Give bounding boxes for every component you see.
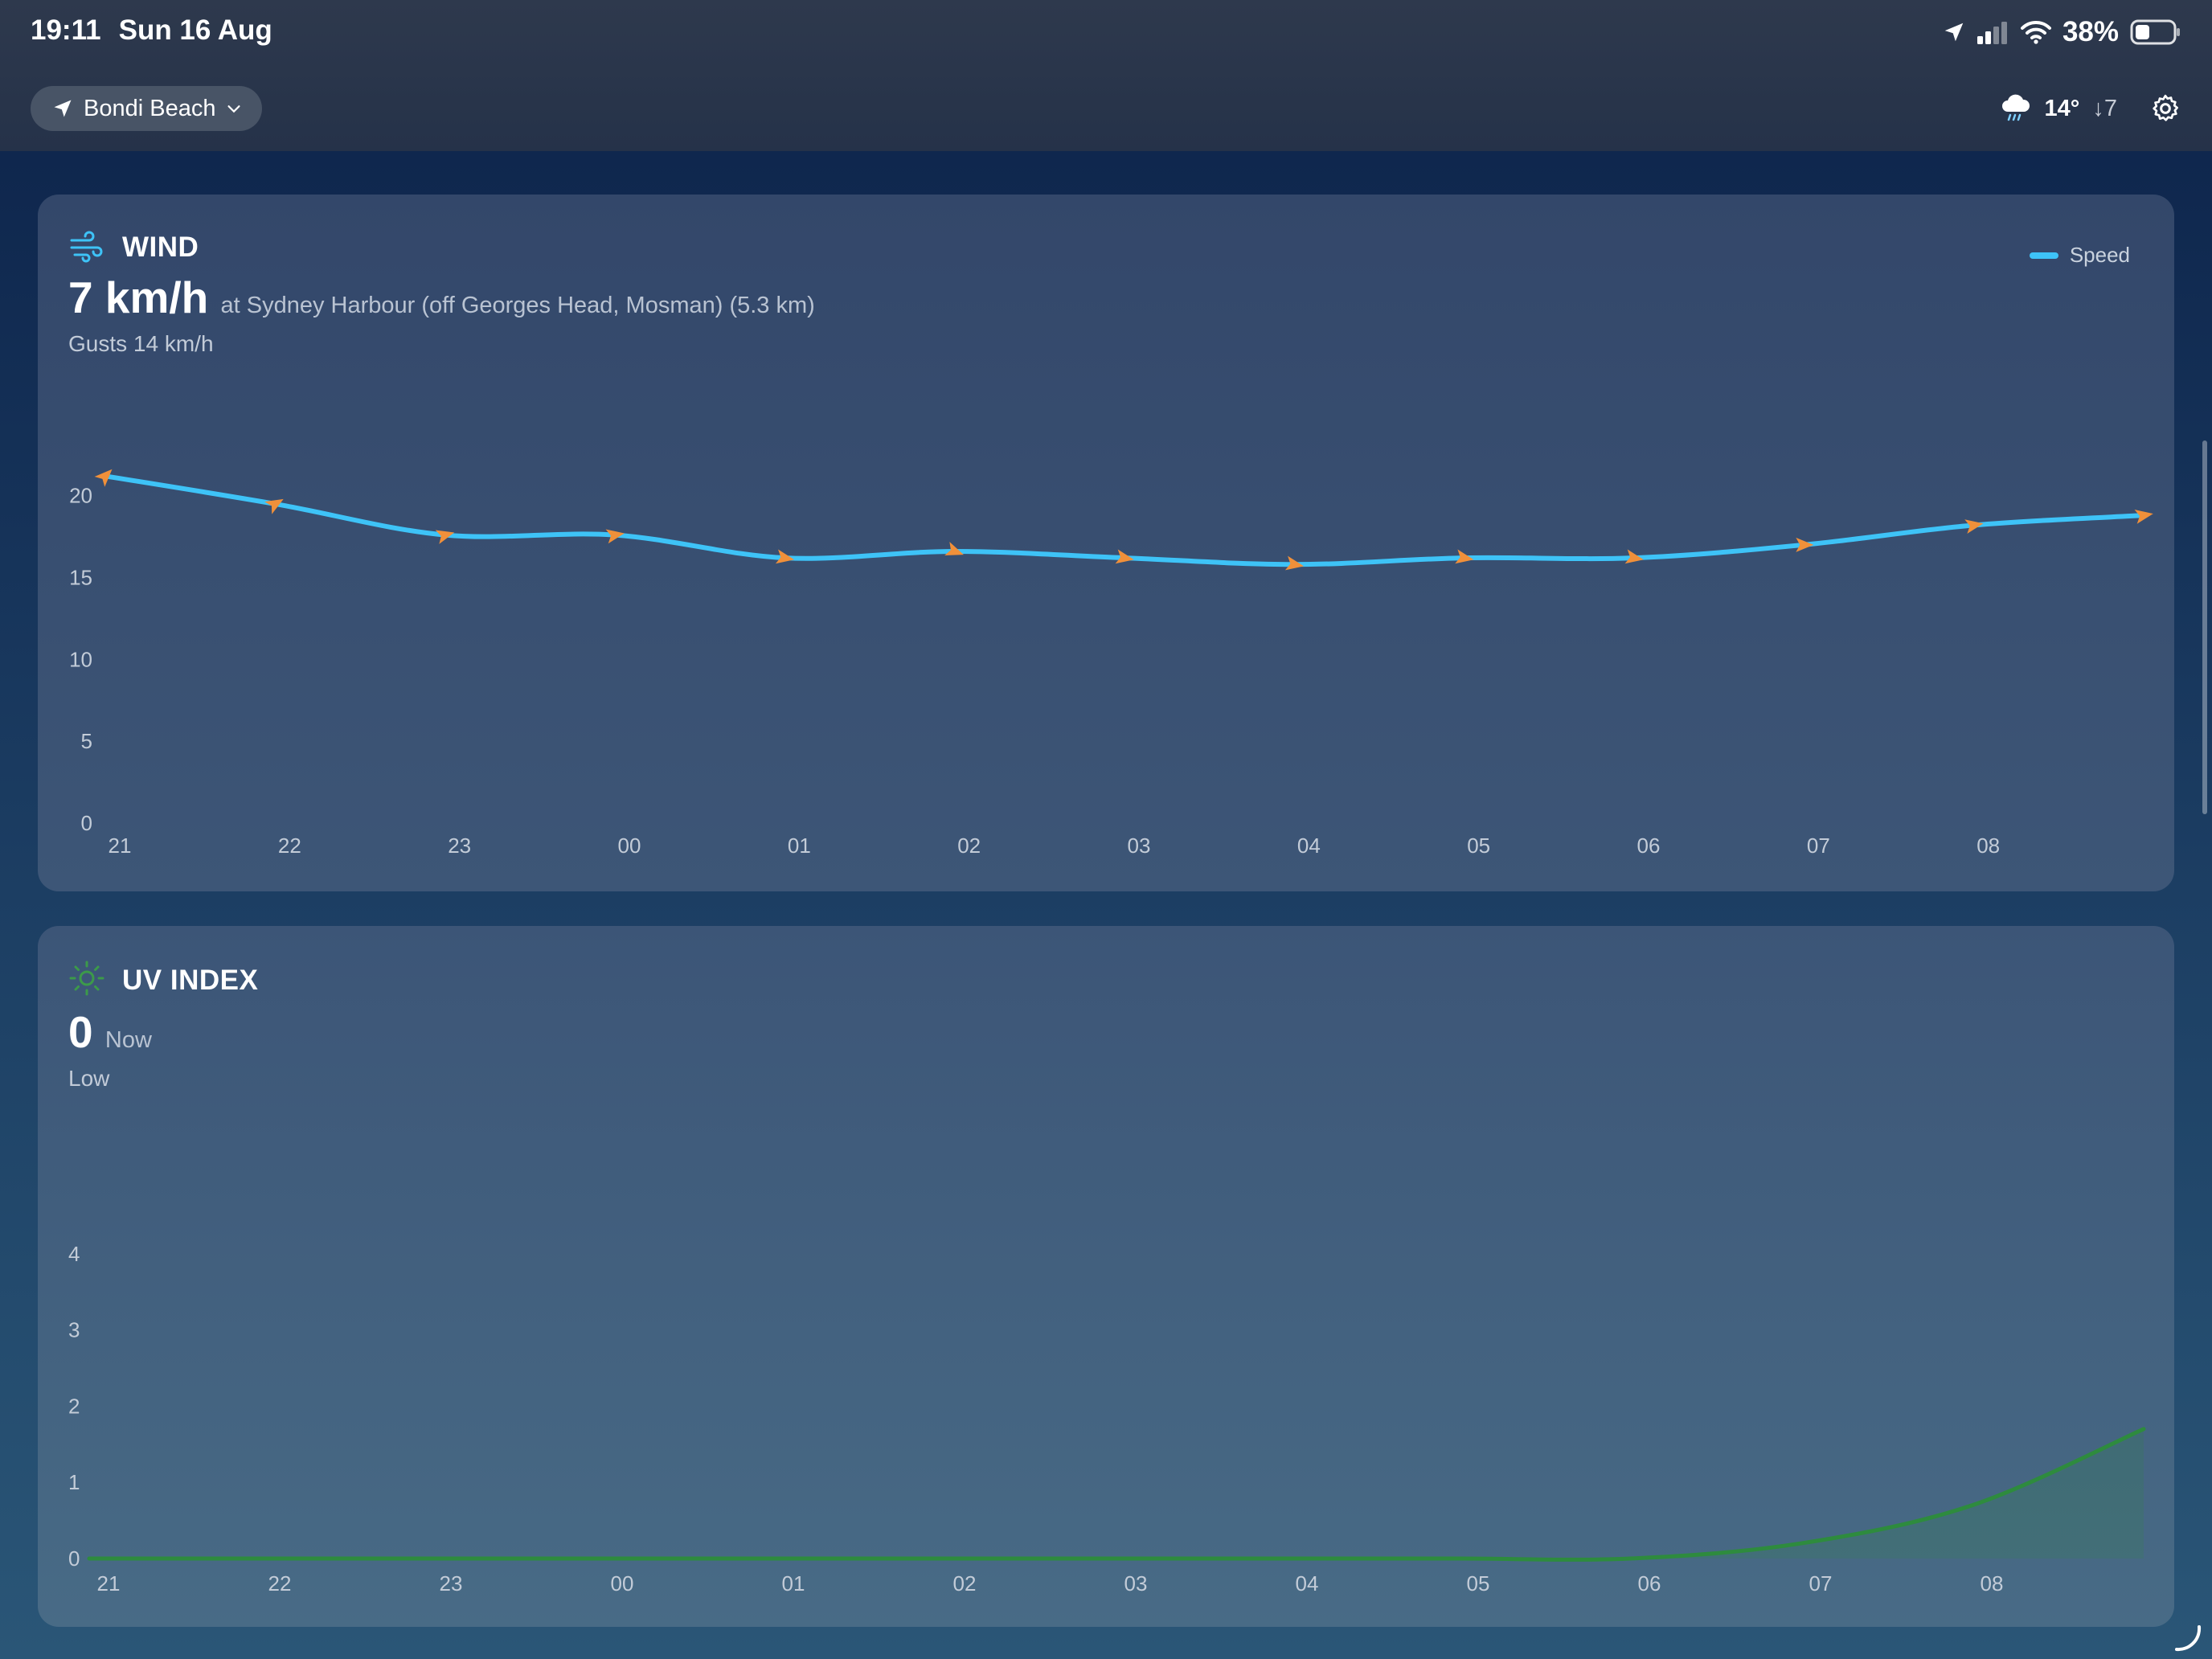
wind-chart[interactable]: 0510152021 22 23 00 01 02 03 04 05 06 07 08 (38, 195, 2174, 891)
battery-icon (2130, 19, 2180, 45)
y-tick-label: 4 (68, 1242, 80, 1266)
chevron-down-icon (227, 105, 241, 113)
x-tick-label: 21 (109, 834, 132, 858)
x-tick-label: 08 (1976, 834, 2000, 858)
x-tick-label: 03 (1128, 834, 1151, 858)
x-tick-label: 01 (788, 834, 811, 858)
x-tick-label: 04 (1296, 1571, 1319, 1596)
battery-percent: 38% (2062, 16, 2119, 47)
x-tick-label: 22 (278, 834, 301, 858)
x-tick-label: 06 (1637, 834, 1661, 858)
status-bar-right: 38% (1942, 14, 2181, 50)
y-tick-label: 0 (81, 811, 92, 835)
y-tick-label: 15 (69, 566, 92, 590)
loading-indicator-icon (2175, 1625, 2202, 1652)
y-tick-label: 1 (68, 1470, 80, 1494)
top-bar: 19:11 Sun 16 Aug 38% Bondi Beach 14° ↓7 (0, 0, 2212, 151)
location-services-icon (1944, 23, 1964, 42)
x-tick-label: 02 (953, 1571, 977, 1596)
y-tick-label: 5 (81, 729, 92, 753)
status-date: Sun 16 Aug (118, 14, 272, 46)
settings-gear-icon[interactable] (2149, 92, 2181, 125)
rain-cloud-icon (2001, 94, 2030, 121)
series-area-fill (89, 1428, 2144, 1560)
location-name: Bondi Beach (84, 95, 216, 121)
x-tick-label: 01 (782, 1571, 805, 1596)
y-tick-label: 3 (68, 1318, 80, 1342)
x-tick-label: 04 (1297, 834, 1321, 858)
scrollbar[interactable] (2202, 440, 2207, 814)
status-time: 19:11 (31, 14, 101, 46)
location-arrow-icon (54, 100, 72, 117)
location-selector-button[interactable]: Bondi Beach (31, 86, 263, 131)
y-tick-label: 20 (69, 484, 92, 508)
x-tick-label: 03 (1124, 1571, 1148, 1596)
x-tick-label: 22 (268, 1571, 292, 1596)
x-tick-label: 05 (1467, 834, 1490, 858)
x-tick-label: 00 (611, 1571, 634, 1596)
x-tick-label: 07 (1807, 834, 1830, 858)
x-tick-label: 23 (448, 834, 471, 858)
header-right: 14° ↓7 (2000, 88, 2182, 129)
x-tick-label: 05 (1467, 1571, 1490, 1596)
x-tick-label: 23 (440, 1571, 463, 1596)
x-tick-label: 08 (1981, 1571, 2004, 1596)
x-tick-label: 06 (1638, 1571, 1661, 1596)
x-tick-label: 07 (1809, 1571, 1833, 1596)
x-tick-label: 00 (618, 834, 641, 858)
status-bar-left: 19:11 Sun 16 Aug (31, 14, 290, 47)
y-tick-label: 0 (68, 1546, 80, 1571)
uv-chart[interactable]: 0123421 22 23 00 01 02 03 04 05 06 07 08 (38, 926, 2174, 1627)
y-tick-label: 2 (68, 1394, 80, 1418)
cellular-signal-icon (1976, 22, 2007, 44)
current-temperature: 14° (2044, 95, 2080, 121)
y-tick-label: 10 (69, 647, 92, 671)
series-line (103, 473, 2146, 567)
x-tick-label: 21 (97, 1571, 121, 1596)
current-wind: ↓7 (2092, 95, 2117, 121)
x-tick-label: 02 (957, 834, 981, 858)
wind-card: WIND 7 km/h at Sydney Harbour (off Georg… (38, 195, 2174, 891)
uv-card: UV INDEX 0 Now Low 0 1 2 3 4 21 22 23 00 01 02 03 04… (38, 926, 2174, 1627)
wifi-icon (2020, 20, 2051, 44)
